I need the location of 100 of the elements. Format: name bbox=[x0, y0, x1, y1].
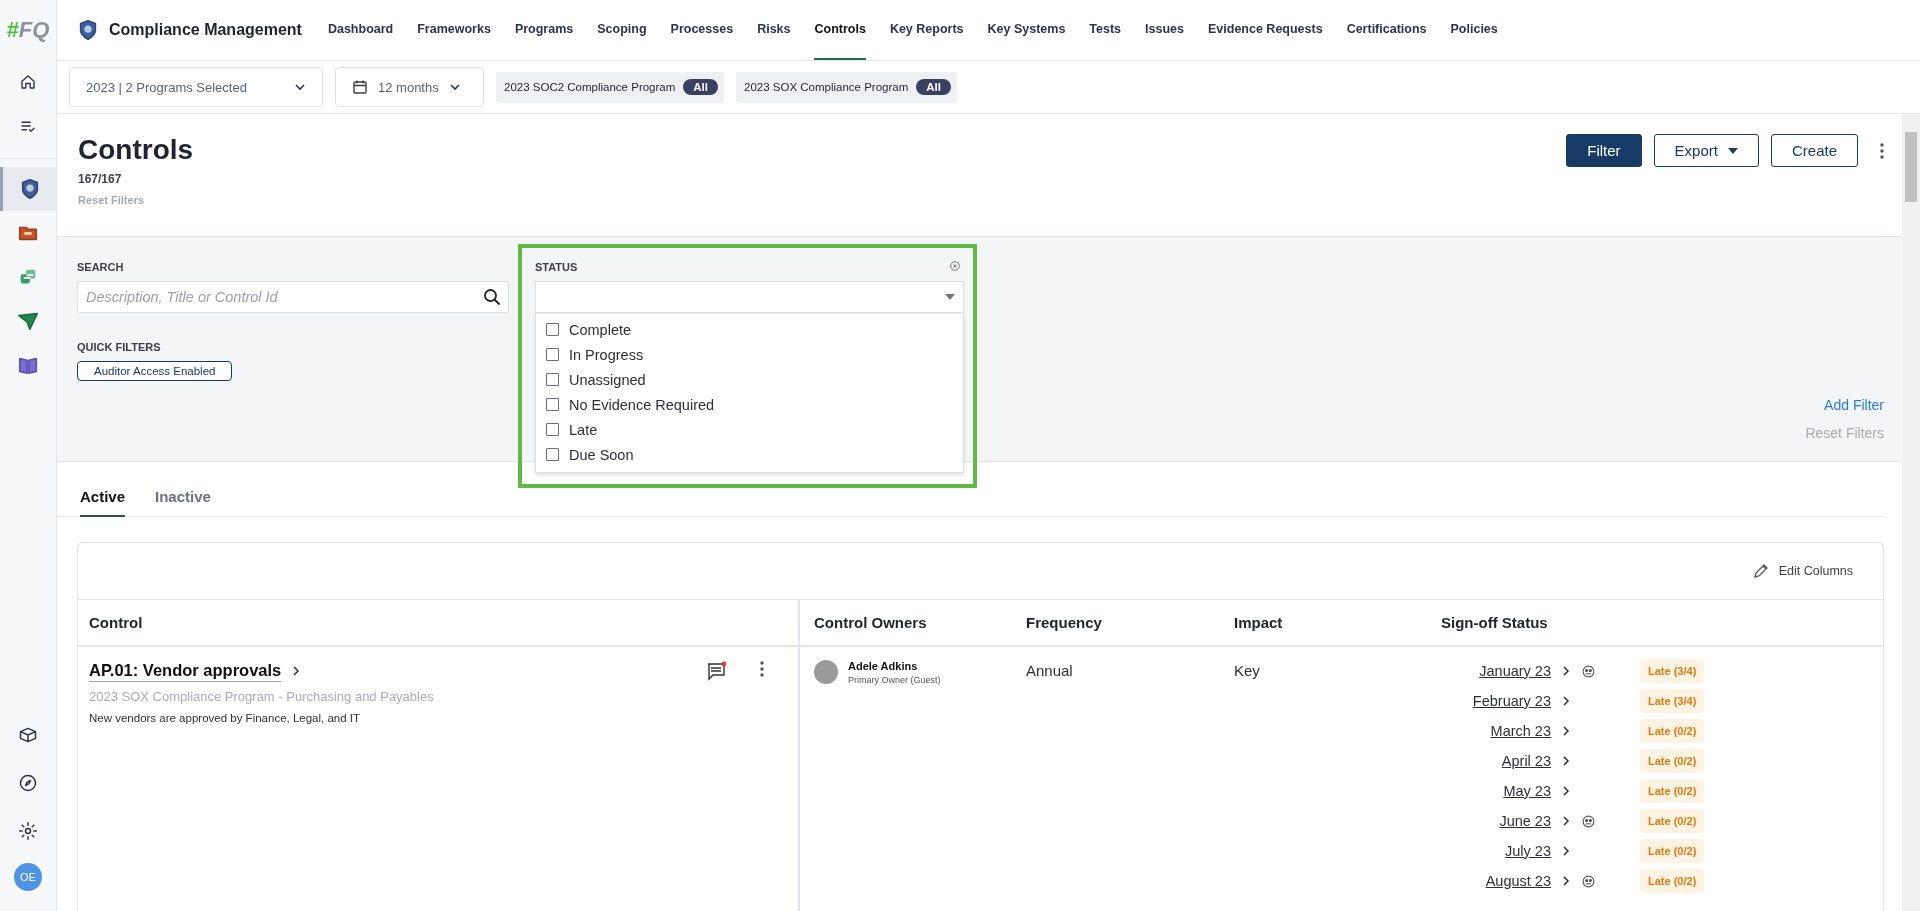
column-header: Sign-off Status bbox=[1427, 600, 1883, 647]
dropdown-arrow-icon bbox=[945, 294, 955, 300]
nav-tab[interactable]: Programs bbox=[514, 0, 574, 60]
nav-tab[interactable]: Policies bbox=[1450, 0, 1498, 60]
search-label: SEARCH bbox=[77, 261, 125, 273]
period-link[interactable]: July 23 bbox=[1441, 843, 1551, 859]
calendar-icon bbox=[352, 79, 368, 95]
status-option[interactable]: Unassigned bbox=[536, 367, 963, 392]
column-header: Frequency bbox=[1012, 600, 1220, 647]
chevron-right-icon bbox=[1561, 785, 1571, 797]
more-icon[interactable] bbox=[760, 661, 764, 677]
period-link[interactable]: March 23 bbox=[1441, 723, 1551, 739]
checkbox[interactable] bbox=[546, 448, 559, 461]
nav-tab[interactable]: Scoping bbox=[597, 0, 647, 60]
option-label: Late bbox=[569, 421, 598, 438]
status-option[interactable]: In Progress bbox=[536, 342, 963, 367]
chevron-right-icon bbox=[1561, 875, 1571, 887]
checkbox[interactable] bbox=[546, 373, 559, 386]
nav-tab[interactable]: Evidence Requests bbox=[1208, 0, 1323, 60]
chevron-icon bbox=[448, 81, 461, 93]
home-icon bbox=[19, 73, 37, 91]
column-header: Control Owners bbox=[800, 600, 1012, 647]
filter-button[interactable]: Filter bbox=[1566, 134, 1642, 167]
status-badge: Late (3/4) bbox=[1640, 689, 1705, 713]
chip-label: 2023 SOX Compliance Program bbox=[744, 81, 909, 93]
checkbox[interactable] bbox=[546, 423, 559, 436]
tab[interactable]: Inactive bbox=[155, 488, 211, 517]
nav-tab[interactable]: Issues bbox=[1145, 0, 1184, 60]
status-option[interactable]: No Evidence Required bbox=[536, 392, 963, 417]
nav-tab[interactable]: Tests bbox=[1089, 0, 1122, 60]
column-header: Impact bbox=[1220, 600, 1427, 647]
period-select[interactable]: 12 months bbox=[335, 67, 484, 107]
record-count: 167/167 bbox=[78, 172, 123, 186]
status-option[interactable]: Late bbox=[536, 417, 963, 442]
nav-tab[interactable]: Key Systems bbox=[987, 0, 1066, 60]
caret-icon bbox=[1727, 147, 1738, 154]
option-label: Due Soon bbox=[569, 446, 634, 463]
status-badge: Late (0/2) bbox=[1640, 719, 1705, 743]
sidebar-item[interactable] bbox=[0, 167, 56, 211]
nav-tab[interactable]: Key Reports bbox=[889, 0, 964, 60]
chevron-right-icon bbox=[1561, 845, 1571, 857]
chevron-right-icon bbox=[1561, 725, 1571, 737]
search-field[interactable]: Description, Title or Control Id bbox=[77, 281, 509, 313]
nav-tab[interactable]: Frameworks bbox=[417, 0, 491, 60]
status-badge: Late (0/2) bbox=[1640, 839, 1705, 863]
impact-cell-text: Key bbox=[1233, 661, 1261, 681]
owner-name: Adele Adkins bbox=[848, 660, 919, 672]
control-description: New vendors are approved by Finance, Legal, and IT bbox=[89, 712, 362, 724]
chip-badge: All bbox=[683, 79, 718, 95]
nav-tab[interactable]: Certifications bbox=[1346, 0, 1427, 60]
page-title: Controls bbox=[78, 134, 194, 166]
option-label: No Evidence Required bbox=[569, 396, 715, 413]
chevron-right-icon bbox=[1561, 815, 1571, 827]
create-button[interactable]: Create bbox=[1770, 134, 1858, 167]
status-badge: Late (3/4) bbox=[1640, 659, 1705, 683]
period-link[interactable]: August 23 bbox=[1441, 873, 1551, 889]
program-select[interactable]: 2023 | 2 Programs Selected bbox=[69, 67, 323, 107]
chevron-icon bbox=[294, 81, 306, 93]
nav-tab[interactable]: Dashboard bbox=[327, 0, 394, 60]
search-icon bbox=[483, 288, 501, 306]
scrollbar[interactable] bbox=[1902, 114, 1920, 911]
option-label: Unassigned bbox=[569, 371, 646, 388]
nav-tab[interactable]: Controls bbox=[814, 0, 866, 60]
quick-filter-chip[interactable]: Auditor Access Enabled bbox=[77, 361, 233, 381]
owner-role: Primary Owner (Guest) bbox=[848, 675, 941, 685]
status-option[interactable]: Due Soon bbox=[536, 442, 963, 467]
paper-plane-icon bbox=[17, 310, 39, 332]
tab[interactable]: Active bbox=[80, 488, 126, 517]
app-title: Compliance Management bbox=[109, 21, 302, 39]
export-button[interactable]: Export bbox=[1653, 134, 1759, 167]
add-filter-link[interactable]: Add Filter bbox=[1824, 397, 1884, 413]
period-link[interactable]: May 23 bbox=[1441, 783, 1551, 799]
more-icon[interactable] bbox=[1880, 142, 1884, 159]
avatar-placeholder bbox=[814, 660, 838, 684]
close-icon[interactable] bbox=[950, 261, 960, 271]
chip-badge: All bbox=[916, 79, 951, 95]
program-chip[interactable]: 2023 SOX Compliance Program All bbox=[736, 71, 957, 103]
checkbox[interactable] bbox=[546, 398, 559, 411]
chevron-right-icon bbox=[1561, 695, 1571, 707]
quick-filters-label: QUICK FILTERS bbox=[77, 341, 162, 353]
status-badge: Late (0/2) bbox=[1640, 749, 1705, 773]
control-title-link[interactable]: AP.01: Vendor approvals bbox=[89, 661, 282, 680]
status-badge: Late (0/2) bbox=[1640, 809, 1705, 833]
comment-icon[interactable] bbox=[706, 661, 728, 681]
period-link[interactable]: April 23 bbox=[1441, 753, 1551, 769]
checkbox[interactable] bbox=[546, 348, 559, 361]
program-chip[interactable]: 2023 SOC2 Compliance Program All bbox=[496, 71, 724, 103]
period-link[interactable]: June 23 bbox=[1441, 813, 1551, 829]
shield-icon bbox=[77, 19, 99, 41]
period-link[interactable]: February 23 bbox=[1441, 693, 1551, 709]
status-badge: Late (0/2) bbox=[1640, 869, 1705, 893]
edit-columns-button[interactable]: Edit Columns bbox=[1746, 562, 1859, 580]
status-option[interactable]: Complete bbox=[536, 317, 963, 342]
checkbox[interactable] bbox=[546, 323, 559, 336]
chevron-right-icon bbox=[1561, 755, 1571, 767]
compass-icon bbox=[18, 773, 38, 793]
nav-tab[interactable]: Risks bbox=[757, 0, 791, 60]
period-link[interactable]: January 23 bbox=[1441, 663, 1551, 679]
nav-tab[interactable]: Processes bbox=[670, 0, 734, 60]
option-label: In Progress bbox=[569, 346, 644, 363]
